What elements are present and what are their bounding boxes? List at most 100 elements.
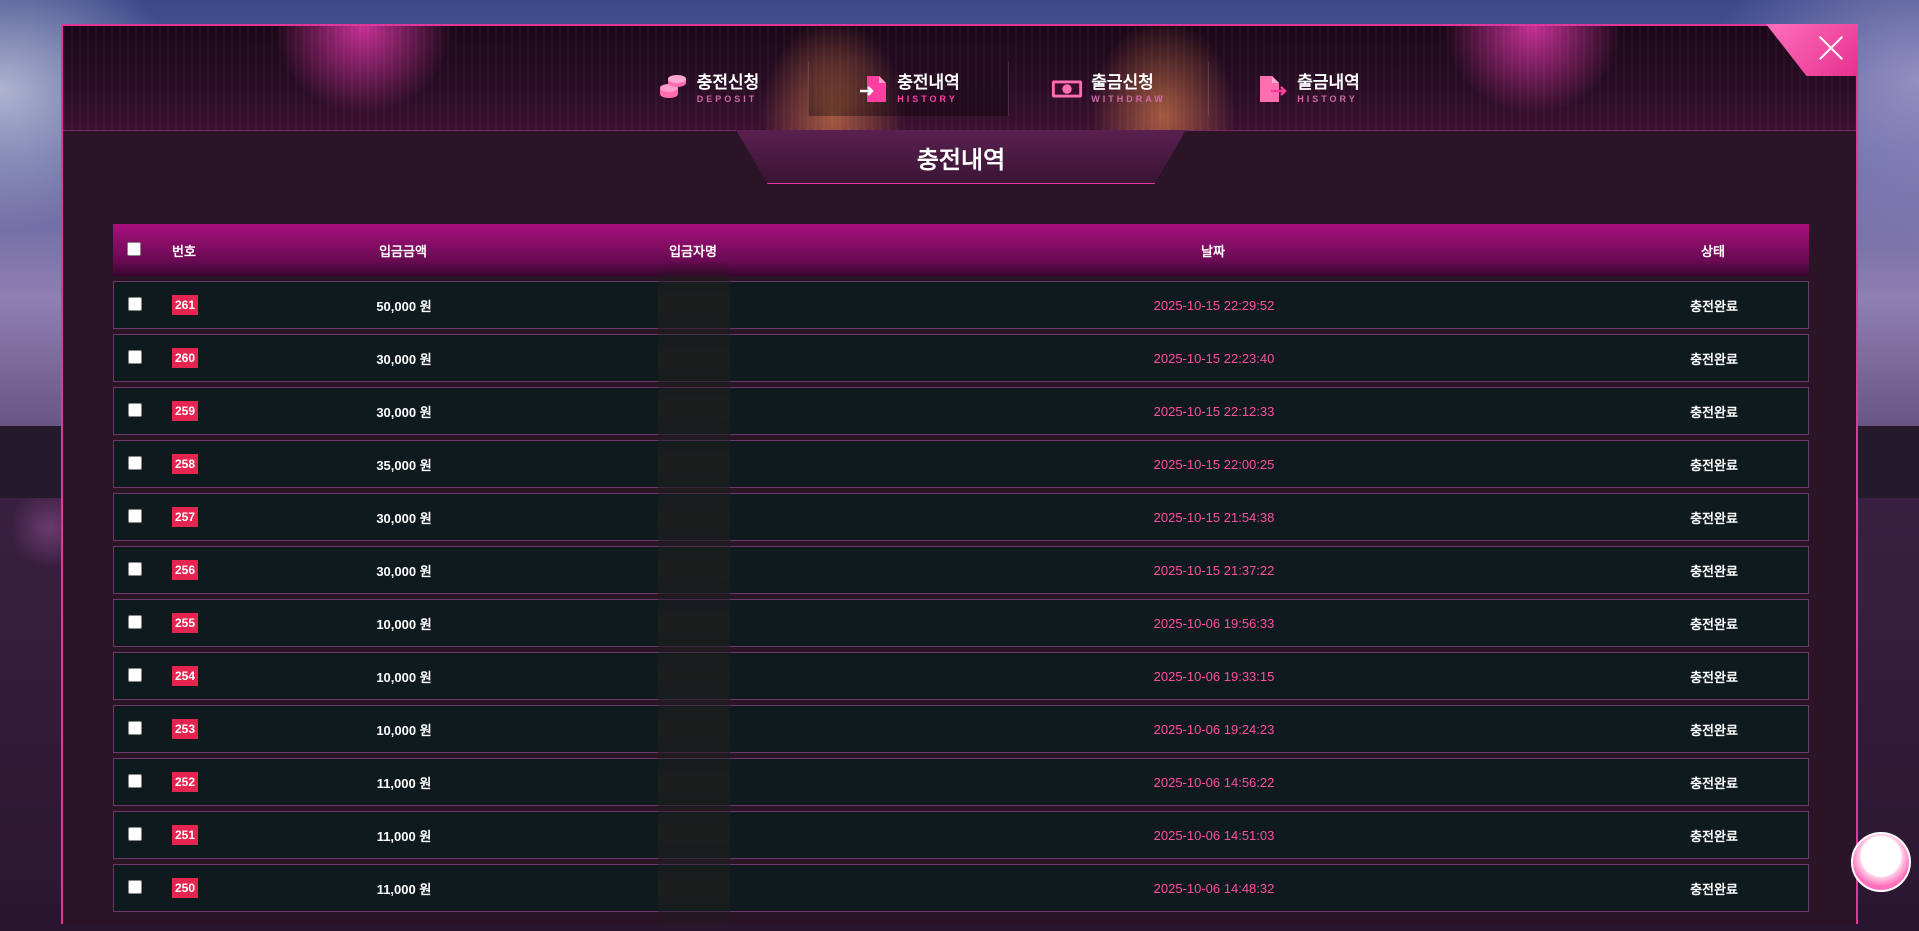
row-checkbox[interactable]	[128, 349, 142, 367]
row-amount: 35,000 원	[376, 457, 432, 473]
deposit-history-modal: 충전신청 DEPOSIT 충전내역 HISTORY 출금신청 WITHDRAW …	[61, 24, 1858, 931]
row-checkbox[interactable]	[128, 773, 142, 791]
table-row: 251 11,000 원 2025-10-06 14:51:03 충전완료	[113, 792, 1809, 878]
row-checkbox[interactable]	[128, 614, 142, 632]
header-status: 상태	[1701, 243, 1725, 259]
tab-withdraw-history-label: 출금내역	[1297, 72, 1360, 92]
tab-deposit-sub: DEPOSIT	[696, 93, 758, 104]
tab-withdraw-sub: WITHDRAW	[1091, 93, 1166, 104]
row-status: 충전완료	[1690, 616, 1738, 632]
row-number-badge: 257	[171, 507, 199, 527]
table-row: 257 30,000 원 2025-10-15 21:54:38 충전완료	[113, 474, 1809, 560]
tab-withdraw-label: 출금신청	[1091, 72, 1154, 92]
cash-icon	[1051, 73, 1083, 105]
row-checkbox[interactable]	[128, 667, 142, 685]
row-number: 253	[169, 719, 201, 739]
select-all-checkbox[interactable]	[127, 241, 141, 259]
row-checkbox[interactable]	[128, 402, 142, 420]
row-status: 충전완료	[1690, 722, 1738, 738]
row-amount: 11,000 원	[376, 828, 432, 844]
row-status: 충전완료	[1690, 828, 1738, 844]
row-number: 256	[169, 560, 201, 580]
row-number: 250	[169, 878, 201, 898]
table-row: 261 50,000 원 2025-10-15 22:29:52 충전완료	[113, 262, 1809, 348]
tab-withdraw-history[interactable]: 출금내역 HISTORY	[1208, 62, 1408, 116]
header-date: 날짜	[1201, 243, 1225, 259]
row-checkbox[interactable]	[128, 561, 142, 579]
row-amount: 10,000 원	[376, 722, 432, 738]
row-date: 2025-10-15 21:54:38	[1153, 509, 1275, 525]
document-export-icon	[1257, 73, 1289, 105]
row-checkbox[interactable]	[128, 879, 142, 897]
table-header: 번호 입금금액 입금자명 날짜 상태	[113, 224, 1809, 276]
row-number-badge: 259	[171, 401, 199, 421]
table-row: 256 30,000 원 2025-10-15 21:37:22 충전완료	[113, 527, 1809, 613]
row-number-badge: 252	[171, 772, 199, 792]
row-number: 252	[169, 772, 201, 792]
tab-deposit-label: 충전신청	[696, 72, 760, 92]
header-amount: 입금금액	[379, 243, 427, 259]
row-date: 2025-10-15 22:00:25	[1153, 456, 1275, 472]
row-status: 충전완료	[1690, 510, 1738, 526]
row-checkbox[interactable]	[128, 826, 142, 844]
row-number: 254	[169, 666, 201, 686]
row-status: 충전완료	[1690, 881, 1738, 897]
tab-withdraw-history-sub: HISTORY	[1297, 93, 1358, 104]
tab-deposit[interactable]: 충전신청 DEPOSIT	[608, 62, 808, 116]
row-amount: 30,000 원	[376, 510, 432, 526]
tab-withdraw[interactable]: 출금신청 WITHDRAW	[1008, 62, 1208, 116]
table-row: 255 10,000 원 2025-10-06 19:56:33 충전완료	[113, 580, 1809, 666]
row-status: 충전완료	[1690, 457, 1738, 473]
row-number-badge: 255	[171, 613, 199, 633]
header-number: 번호	[172, 243, 196, 259]
row-checkbox[interactable]	[128, 720, 142, 738]
table-row: 250 11,000 원 2025-10-06 14:48:32 충전완료	[113, 845, 1809, 931]
row-status: 충전완료	[1690, 669, 1738, 685]
row-date: 2025-10-06 14:51:03	[1153, 827, 1275, 843]
row-number: 260	[169, 348, 201, 368]
row-number: 259	[169, 401, 201, 421]
row-amount: 11,000 원	[376, 775, 432, 791]
close-button[interactable]	[1766, 24, 1858, 76]
row-amount: 30,000 원	[376, 351, 432, 367]
row-checkbox[interactable]	[128, 296, 142, 314]
row-status: 충전완료	[1690, 563, 1738, 579]
table-row: 252 11,000 원 2025-10-06 14:56:22 충전완료	[113, 739, 1809, 825]
row-checkbox[interactable]	[128, 508, 142, 526]
table-row: 253 10,000 원 2025-10-06 19:24:23 충전완료	[113, 686, 1809, 772]
row-amount: 30,000 원	[376, 563, 432, 579]
row-status: 충전완료	[1690, 404, 1738, 420]
row-amount: 50,000 원	[376, 298, 432, 314]
document-import-icon	[857, 73, 889, 105]
row-number: 257	[169, 507, 201, 527]
row-status: 충전완료	[1690, 298, 1738, 314]
row-date: 2025-10-06 14:56:22	[1153, 774, 1275, 790]
tab-deposit-history-label: 충전내역	[897, 72, 960, 92]
tab-deposit-history[interactable]: 충전내역 HISTORY	[808, 62, 1008, 116]
row-number-badge: 261	[171, 295, 199, 315]
table-row: 258 35,000 원 2025-10-15 22:00:25 충전완료	[113, 421, 1809, 507]
row-date: 2025-10-06 19:56:33	[1153, 615, 1275, 631]
customer-center-button[interactable]	[1851, 832, 1911, 892]
table-body: 261 50,000 원 2025-10-15 22:29:52 충전완료 260 30,…	[113, 262, 1809, 931]
page-title: 충전내역	[916, 147, 1006, 174]
row-date: 2025-10-06 19:33:15	[1153, 668, 1275, 684]
row-checkbox[interactable]	[128, 455, 142, 473]
table-row: 259 30,000 원 2025-10-15 22:12:33 충전완료	[113, 368, 1809, 454]
header-depositor: 입금자명	[669, 243, 717, 259]
row-date: 2025-10-06 19:24:23	[1153, 721, 1275, 737]
row-number-badge: 256	[171, 560, 199, 580]
tab-bar: 충전신청 DEPOSIT 충전내역 HISTORY 출금신청 WITHDRAW …	[608, 62, 1408, 122]
row-amount: 30,000 원	[376, 404, 432, 420]
row-number-badge: 254	[171, 666, 199, 686]
close-icon	[1818, 34, 1844, 60]
table-row: 254 10,000 원 2025-10-06 19:33:15 충전완료	[113, 633, 1809, 719]
row-number: 261	[169, 295, 201, 315]
row-number: 258	[169, 454, 201, 474]
row-date: 2025-10-15 22:23:40	[1153, 350, 1275, 366]
row-amount: 10,000 원	[376, 669, 432, 685]
row-date: 2025-10-15 22:12:33	[1153, 403, 1275, 419]
row-amount: 11,000 원	[376, 881, 432, 897]
row-date: 2025-10-15 21:37:22	[1153, 562, 1275, 578]
table-row: 260 30,000 원 2025-10-15 22:23:40 충전완료	[113, 315, 1809, 401]
